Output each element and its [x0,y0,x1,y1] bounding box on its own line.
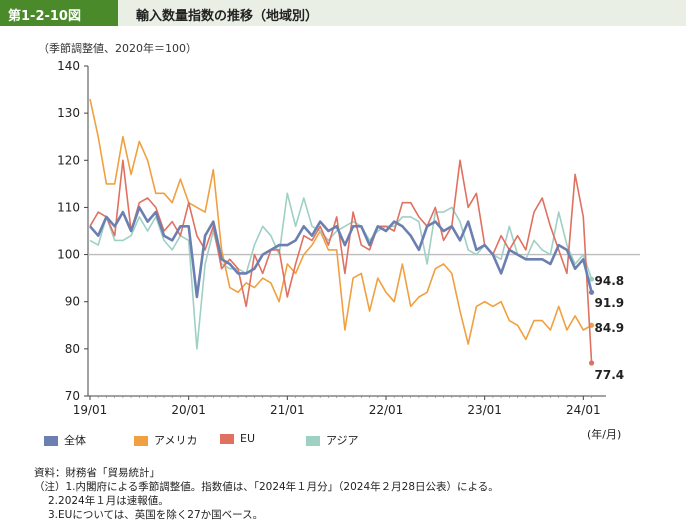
y-tick-label: 90 [65,295,80,309]
legend-item-total: 全体 [44,432,86,448]
x-tick-label: 22/01 [369,403,404,417]
y-tick-label: 130 [57,106,80,120]
series-line-america [89,98,592,345]
end-label-total: 91.9 [595,296,625,310]
x-tick-label: 19/01 [73,403,108,417]
legend-swatch-eu [220,434,234,444]
note-line-3: 3.EUについては、英国を除く27か国ベース。 [48,509,264,521]
legend-item-eu: EU [220,432,255,445]
end-label-america: 84.9 [595,321,625,335]
legend-label-total: 全体 [64,434,86,447]
legend-label-america: アメリカ [154,434,198,447]
series-line-eu [89,159,593,364]
x-tick-label: 24/01 [566,403,601,417]
legend-label-asia: アジア [326,434,359,447]
legend-swatch-total [44,436,58,446]
end-point-eu [588,360,595,366]
x-tick-label: 21/01 [270,403,305,417]
y-tick-label: 120 [57,153,80,167]
legend-swatch-asia [306,436,320,446]
note-line-1: （注）1.内閣府による季節調整値。指数値は、「2024年１月分」（2024年２月… [34,481,499,493]
y-tick-label: 100 [57,248,80,262]
x-axis-unit: (年/月) [587,428,622,441]
x-tick-label: 23/01 [467,403,502,417]
y-tick-label: 70 [65,389,80,403]
series-line-asia [89,192,593,350]
x-tick-label: 20/01 [171,403,206,417]
source-note: 資料：財務省「貿易統計」 [34,467,160,479]
end-label-eu: 77.4 [595,368,625,382]
end-point-total [588,289,595,295]
end-label-asia: 94.8 [595,274,625,288]
legend-item-america: アメリカ [134,432,197,448]
y-tick-label: 80 [65,342,80,356]
note-line-2: 2.2024年１月は速報値。 [48,495,169,507]
notes: 資料：財務省「貿易統計」 （注）1.内閣府による季節調整値。指数値は、「2024… [34,466,499,522]
legend-label-eu: EU [240,432,256,445]
legend-item-asia: アジア [306,432,359,448]
y-tick-label: 110 [57,200,80,214]
y-tick-label: 140 [57,59,80,73]
legend-swatch-america [134,436,148,446]
